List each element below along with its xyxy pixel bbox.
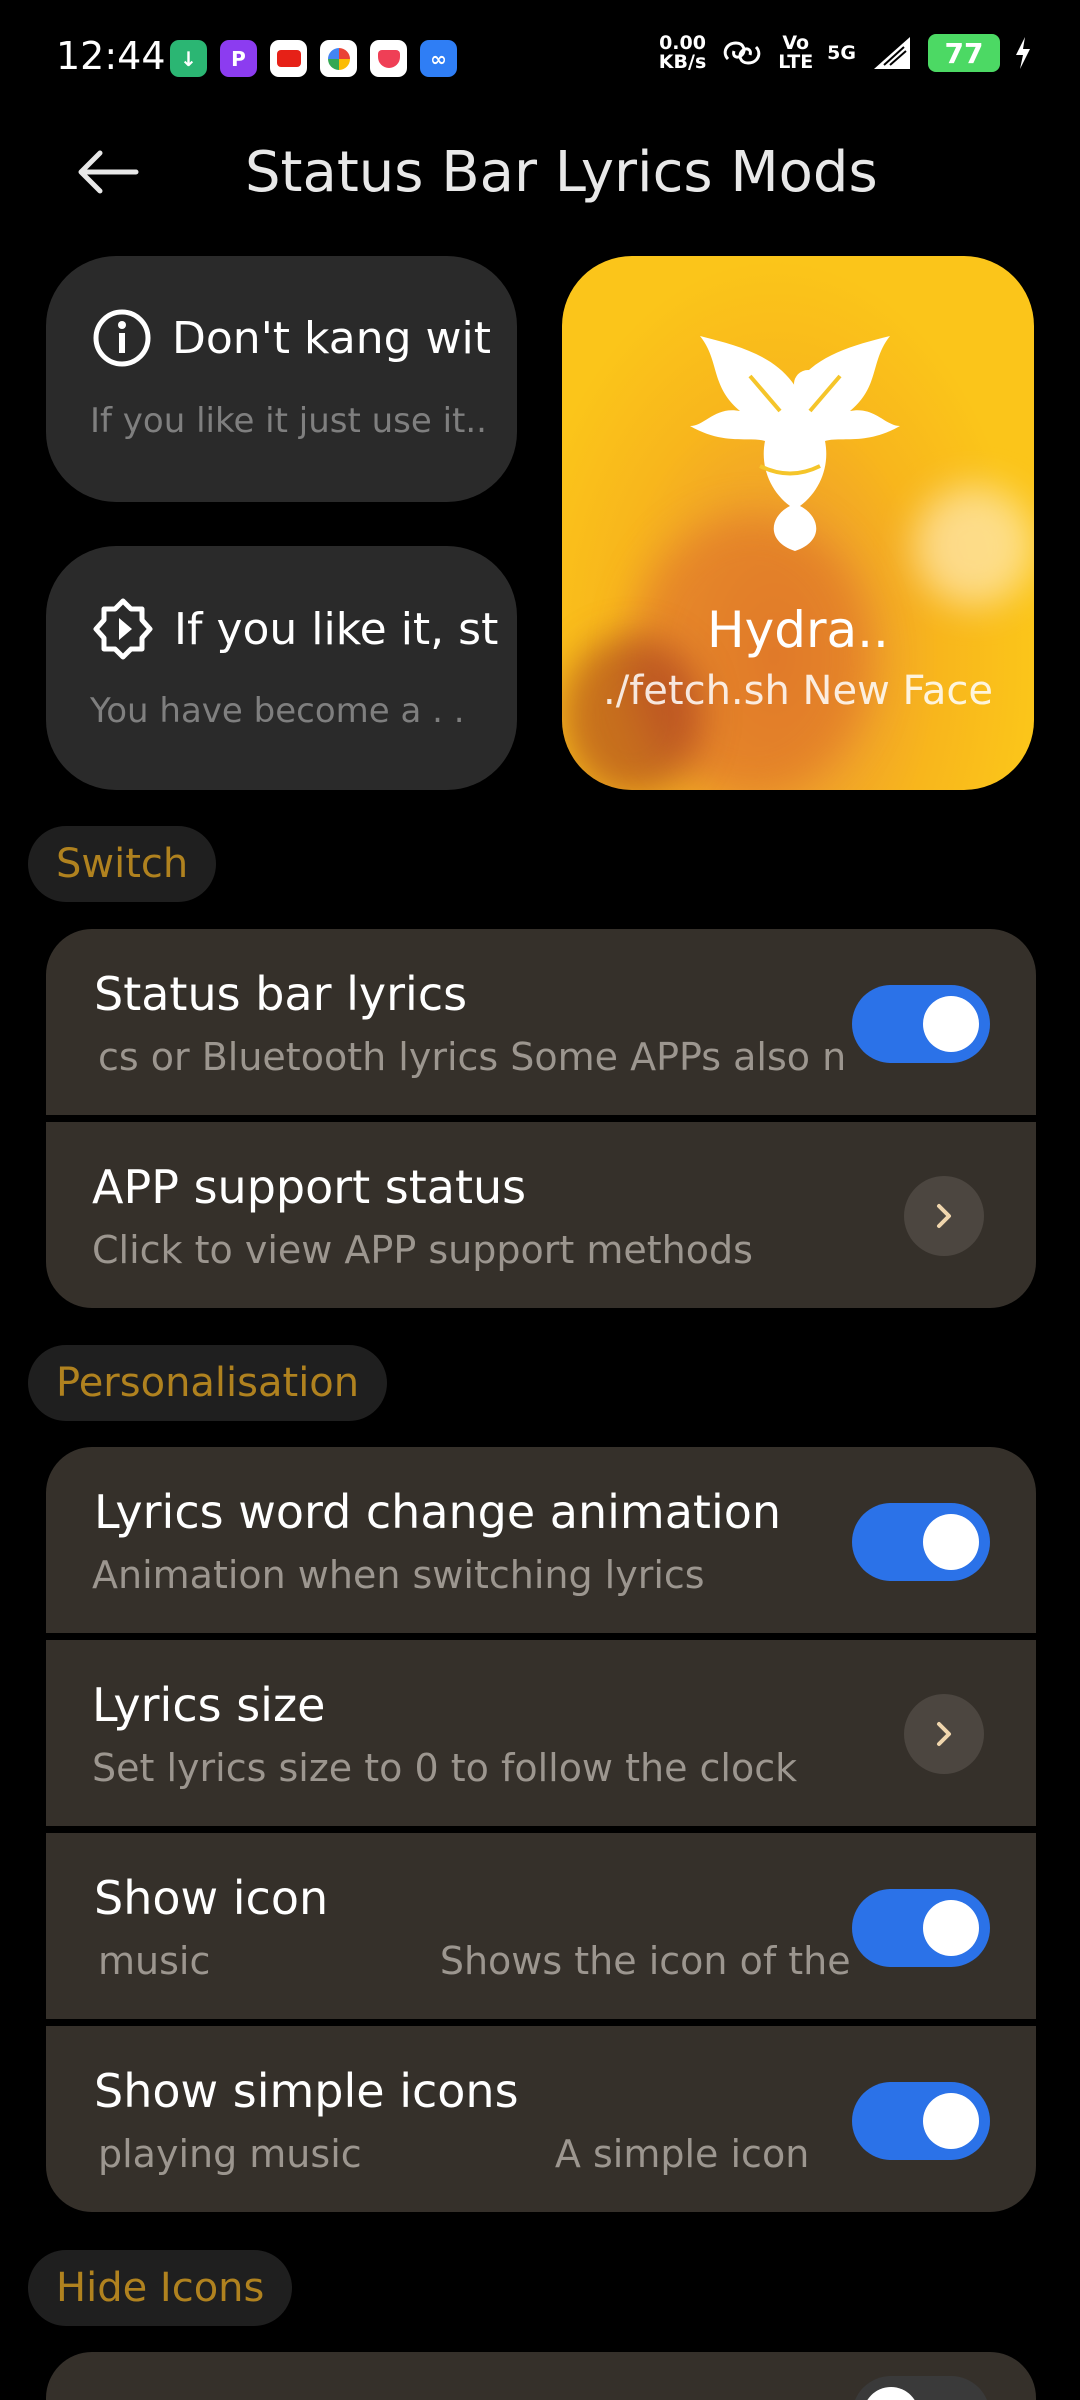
row-subtitle: Click to view APP support methods [92, 1228, 753, 1272]
toggle-knob [923, 2093, 979, 2149]
star-card[interactable]: If you like it, st You have become a . . [46, 546, 517, 790]
charging-icon [1016, 37, 1030, 69]
warning-card-head: Don't kang wit [92, 308, 491, 368]
row-status-bar-lyrics[interactable]: Status bar lyrics cs or Bluetooth lyrics… [46, 929, 1036, 1115]
toggle-knob [923, 1514, 979, 1570]
row-lyrics-size[interactable]: Lyrics size Set lyrics size to 0 to foll… [46, 1640, 1036, 1826]
chevron-right-icon [937, 1722, 951, 1746]
p-app-icon: P [220, 40, 257, 77]
back-button[interactable] [70, 135, 150, 215]
row-title: Show icon [94, 1871, 329, 1925]
row-title: Lyrics word change animation [94, 1485, 782, 1539]
banner-subtitle: ./fetch.sh New Face [603, 668, 993, 714]
show-icon-toggle[interactable] [852, 1889, 990, 1967]
star-card-title: If you like it, st [174, 603, 499, 655]
row-show-simple-icons[interactable]: Show simple icons playing music A simple… [46, 2026, 1036, 2212]
banner-card[interactable]: Hydra.. ./fetch.sh New Face [562, 256, 1034, 790]
row-title: Status bar lyrics [94, 967, 468, 1021]
pocket-icon [370, 40, 407, 77]
row-hide-icons-first[interactable] [46, 2352, 1036, 2400]
row-app-support-status[interactable]: APP support status Click to view APP sup… [46, 1122, 1036, 1308]
show-simple-icons-toggle[interactable] [852, 2082, 990, 2160]
row-subtitle: playing music A simple icon [98, 2132, 810, 2176]
volte-bottom: LTE [778, 51, 814, 73]
net-speed: 0.00 KB/s [659, 34, 706, 72]
row-title: Show simple icons [94, 2064, 519, 2118]
warning-card-subtitle: If you like it just use it.. [90, 401, 487, 441]
status-bar: 12:44 ↓ P ∞ 0.00 KB/s Vo LTE 5G 77 [0, 0, 1080, 120]
star-card-head: If you like it, st [92, 598, 498, 660]
lyrics-size-chevron-button[interactable] [904, 1694, 984, 1774]
row-title: APP support status [92, 1160, 527, 1214]
battery-level: 77 [944, 36, 984, 70]
status-time: 12:44 [56, 34, 166, 78]
row-title: Lyrics size [92, 1678, 326, 1732]
word-change-animation-toggle[interactable] [852, 1503, 990, 1581]
row-subtitle: Animation when switching lyrics [92, 1553, 705, 1597]
row-lyrics-word-change-animation[interactable]: Lyrics word change animation Animation w… [46, 1447, 1036, 1633]
hide-icon-toggle[interactable] [852, 2376, 990, 2400]
signal-icon [874, 37, 910, 69]
phoenix-logo-icon [690, 336, 900, 551]
row-subtitle: cs or Bluetooth lyrics Some APPs also n [98, 1035, 847, 1079]
hotspot-icon [724, 41, 761, 65]
row-subtitle: music Shows the icon of the [98, 1939, 851, 1983]
youtube-icon [270, 40, 307, 77]
row-show-icon[interactable]: Show icon music Shows the icon of the [46, 1833, 1036, 2019]
link-app-icon: ∞ [420, 40, 457, 77]
net-speed-unit: KB/s [658, 51, 707, 73]
row-subtitle: Set lyrics size to 0 to follow the clock [92, 1746, 798, 1790]
section-personalisation-label: Personalisation [28, 1345, 388, 1421]
toggle-knob [923, 996, 979, 1052]
photos-icon [320, 40, 357, 77]
banner-title: Hydra.. [707, 601, 889, 659]
toggle-knob [863, 2387, 919, 2400]
brightness-icon [93, 598, 153, 660]
section-switch-label: Switch [28, 826, 217, 902]
status-bar-lyrics-toggle[interactable] [852, 985, 990, 1063]
battery-indicator: 77 [928, 34, 1000, 72]
toggle-knob [923, 1900, 979, 1956]
download-icon: ↓ [170, 40, 207, 77]
status-right: 0.00 KB/s Vo LTE 5G 77 [659, 34, 1032, 72]
notification-icons: ↓ P ∞ [170, 40, 457, 77]
volte-indicator: Vo LTE [778, 34, 813, 72]
app-support-chevron-button[interactable] [904, 1176, 984, 1256]
chevron-right-icon [937, 1204, 951, 1228]
warning-card-title: Don't kang wit [172, 312, 491, 364]
network-type: 5G [827, 41, 856, 64]
arrow-left-icon [78, 150, 139, 194]
page-title: Status Bar Lyrics Mods [245, 140, 878, 205]
info-icon [93, 309, 151, 367]
warning-card[interactable]: Don't kang wit If you like it just use i… [46, 256, 517, 502]
section-hide-icons-label: Hide Icons [28, 2250, 293, 2326]
star-card-subtitle: You have become a . . [90, 691, 465, 731]
banner-art-3 [914, 486, 1034, 606]
